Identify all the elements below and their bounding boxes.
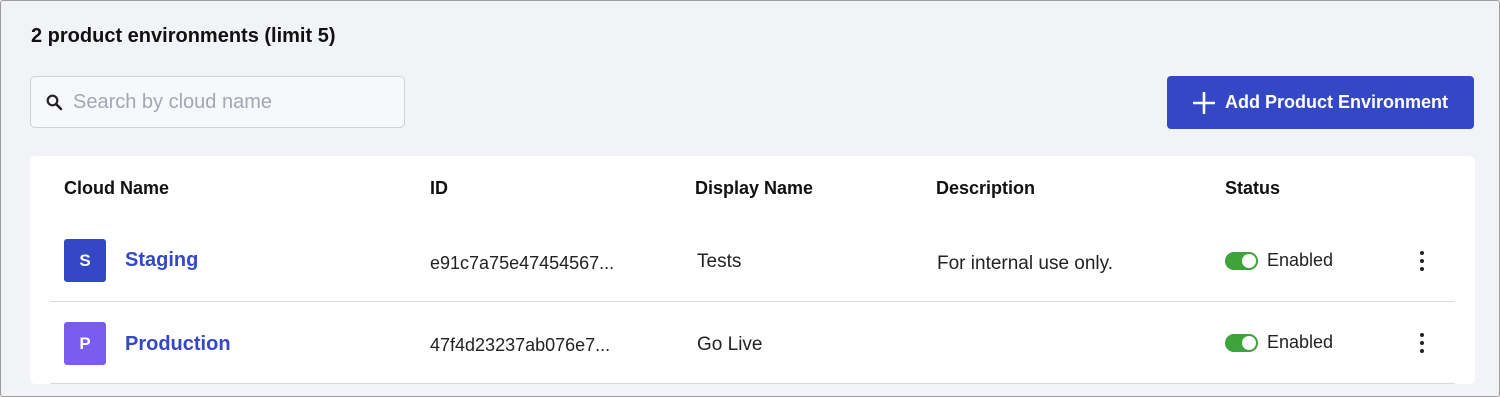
plus-icon [1192,91,1215,114]
status-toggle[interactable] [1225,252,1258,270]
column-header-description[interactable]: Description [936,178,1035,199]
table-row[interactable]: P Production 47f4d23237ab076e7... Go Liv… [50,302,1455,384]
add-button-label: Add Product Environment [1224,92,1448,112]
add-product-environment-button[interactable]: Add Product Environment [1167,76,1474,129]
column-header-cloud-name[interactable]: Cloud Name [64,178,169,199]
column-header-id[interactable]: ID [430,178,448,199]
environment-id: e91c7a75e47454567... [430,253,615,273]
column-header-display-name[interactable]: Display Name [695,178,813,199]
avatar: S [64,239,106,282]
page-title: 2 product environments (limit 5) [31,25,336,47]
environment-id: 47f4d23237ab076e7... [430,335,611,355]
cloud-name-link[interactable]: Staging [125,249,198,272]
search-icon [45,93,63,111]
description: For internal use only. [937,253,1114,274]
status-label: Enabled [1267,250,1334,270]
column-header-status[interactable]: Status [1225,178,1280,199]
status-toggle[interactable] [1225,334,1258,352]
avatar: P [64,322,106,365]
search-input[interactable] [73,90,373,114]
environments-table: Cloud Name ID Display Name Description S… [30,156,1475,384]
kebab-menu-icon[interactable] [1417,333,1427,353]
row-divider [50,383,1455,384]
display-name: Go Live [697,334,763,355]
display-name: Tests [697,251,742,272]
status-label: Enabled [1267,332,1334,352]
cloud-name-link[interactable]: Production [125,333,231,356]
search-box[interactable] [30,76,405,128]
kebab-menu-icon[interactable] [1417,251,1427,271]
table-row[interactable]: S Staging e91c7a75e47454567... Tests For… [50,219,1455,301]
